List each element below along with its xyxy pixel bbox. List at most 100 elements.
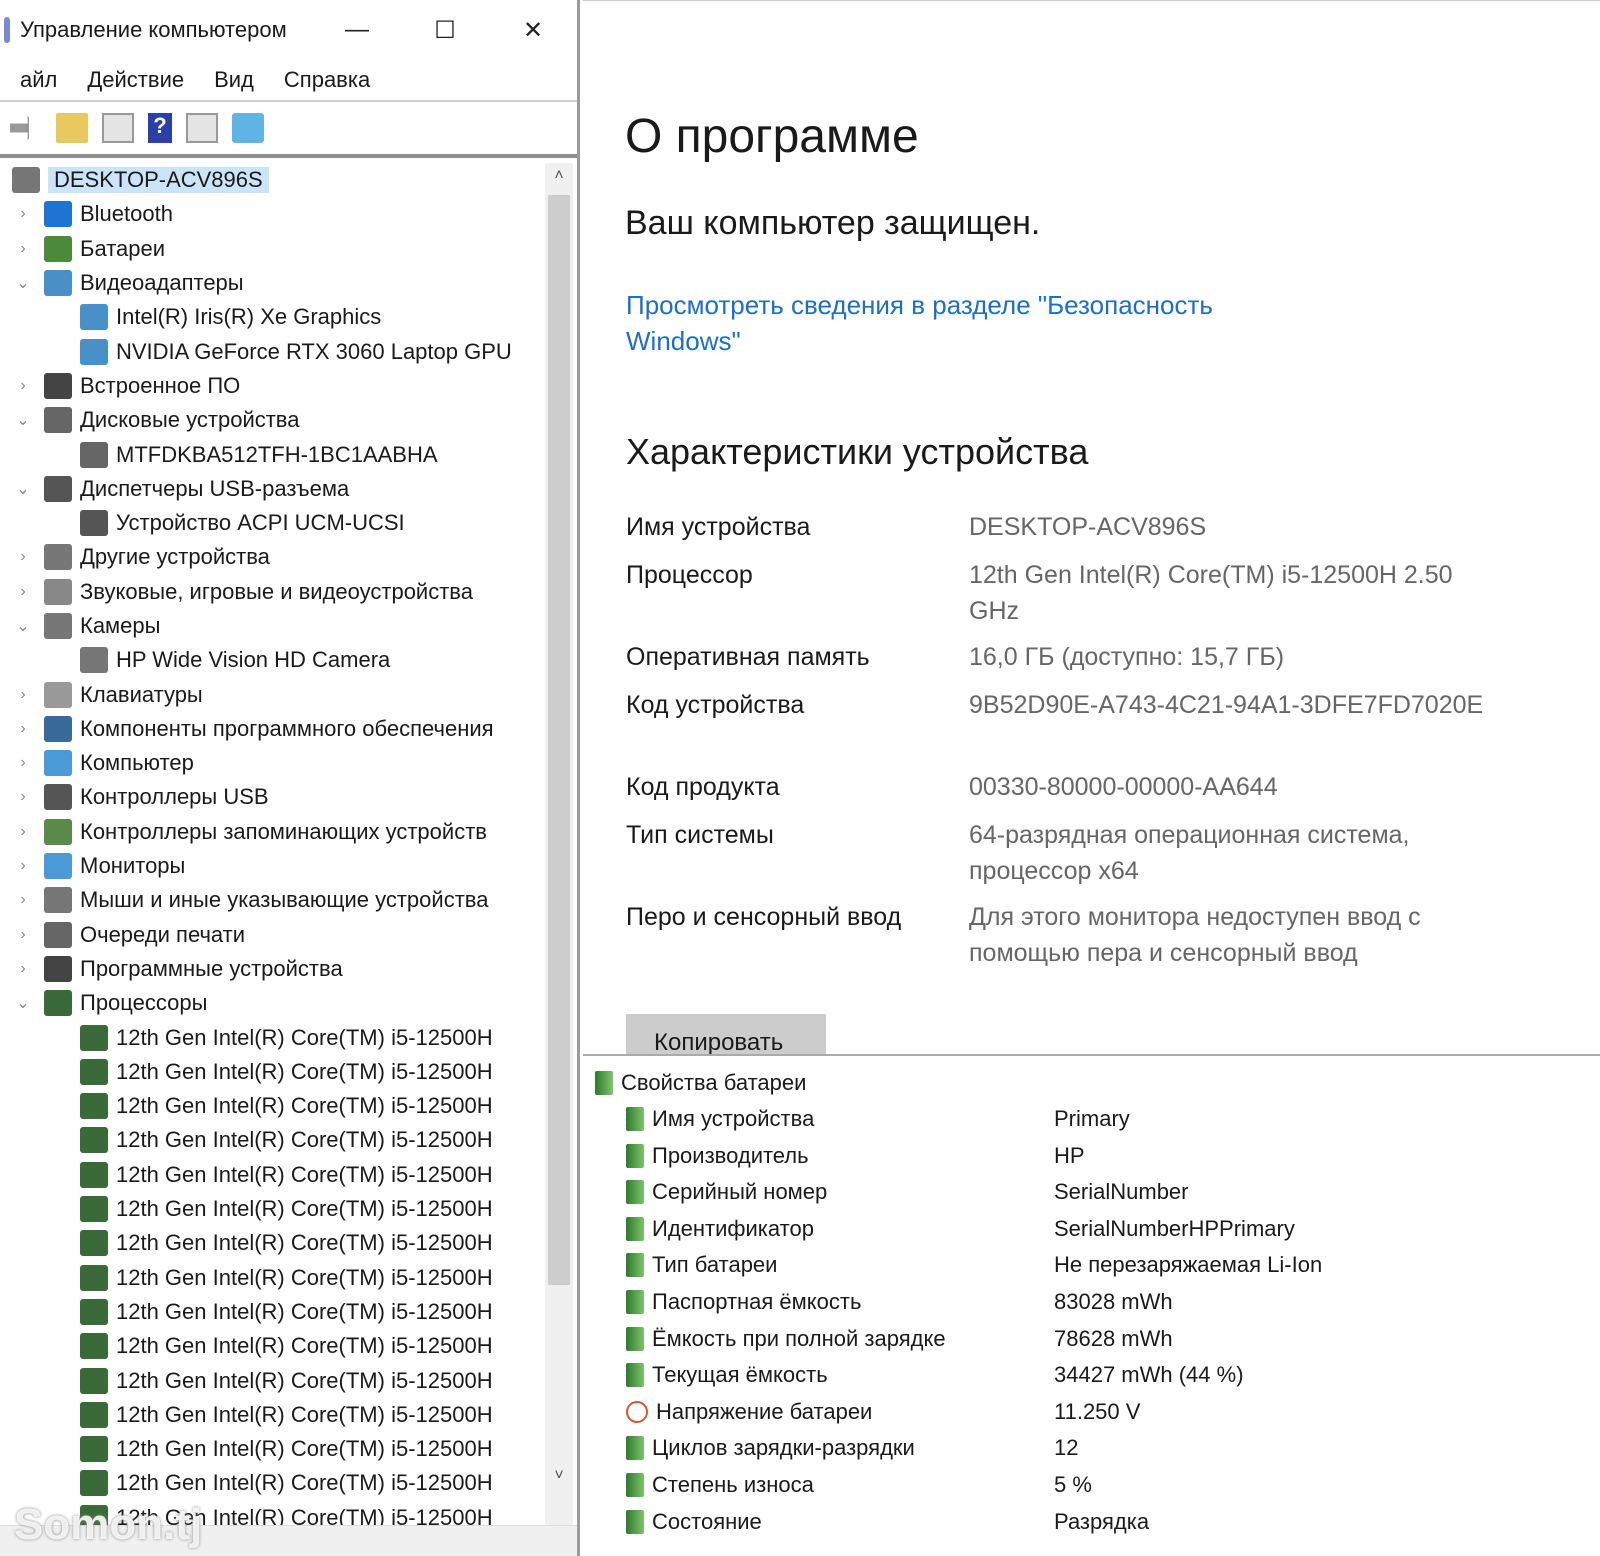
tree-item[interactable]: 12th Gen Intel(R) Core(TM) i5-12500H bbox=[0, 1295, 545, 1329]
copy-button[interactable]: Копировать bbox=[626, 1014, 826, 1058]
tree-item[interactable]: 12th Gen Intel(R) Core(TM) i5-12500H bbox=[0, 1055, 545, 1089]
tree-item[interactable]: › Клавиатуры bbox=[0, 677, 545, 711]
tree-item[interactable]: 12th Gen Intel(R) Core(TM) i5-12500H bbox=[0, 1192, 545, 1226]
tree-item[interactable]: 12th Gen Intel(R) Core(TM) i5-12500H bbox=[0, 1466, 545, 1500]
close-button[interactable]: ✕ bbox=[489, 16, 577, 45]
battery-property-row[interactable]: Идентификатор SerialNumberHPPrimary bbox=[626, 1216, 1526, 1242]
tree-item-label: 12th Gen Intel(R) Core(TM) i5-12500H bbox=[116, 1298, 493, 1324]
chevron-down-icon[interactable]: ⌄ bbox=[12, 273, 34, 293]
battery-property-row[interactable]: Паспортная ёмкость 83028 mWh bbox=[626, 1289, 1526, 1315]
chevron-right-icon[interactable]: › bbox=[12, 857, 34, 875]
tree-item[interactable]: 12th Gen Intel(R) Core(TM) i5-12500H bbox=[0, 1398, 545, 1432]
keyboard-icon bbox=[44, 681, 72, 708]
chevron-right-icon[interactable]: › bbox=[12, 960, 34, 978]
device-tree: DESKTOP-ACV896S › Bluetooth › Батареи ⌄ Видео… bbox=[0, 163, 545, 1525]
battery-property-row[interactable]: Ёмкость при полной зарядке 78628 mWh bbox=[626, 1326, 1526, 1352]
spec-value: 16,0 ГБ (доступно: 15,7 ГБ) bbox=[969, 643, 1285, 671]
tree-item-label: 12th Gen Intel(R) Core(TM) i5-12500H bbox=[116, 1470, 493, 1496]
tree-item[interactable]: 12th Gen Intel(R) Core(TM) i5-12500H bbox=[0, 1089, 545, 1123]
tree-item[interactable]: 12th Gen Intel(R) Core(TM) i5-12500H bbox=[0, 1261, 545, 1295]
show-hide-tree-icon[interactable] bbox=[102, 113, 134, 143]
tree-item[interactable]: › Контроллеры запоминающих устройств bbox=[0, 815, 545, 849]
tree-item[interactable]: Intel(R) Iris(R) Xe Graphics bbox=[0, 300, 545, 334]
scroll-up-icon[interactable]: ˄ bbox=[545, 167, 573, 185]
menu-help[interactable]: Справка bbox=[284, 67, 370, 93]
tree-item[interactable]: MTFDKBA512TFH-1BC1AABHA bbox=[0, 437, 545, 471]
chevron-right-icon[interactable]: › bbox=[12, 686, 34, 704]
tree-item[interactable]: ⌄ Камеры bbox=[0, 609, 545, 643]
help-icon[interactable]: ? bbox=[148, 113, 172, 143]
forward-icon[interactable] bbox=[10, 116, 42, 140]
folder-up-icon[interactable] bbox=[56, 113, 88, 143]
chevron-right-icon[interactable]: › bbox=[12, 720, 34, 738]
chevron-right-icon[interactable]: › bbox=[12, 377, 34, 395]
chevron-right-icon[interactable]: › bbox=[12, 754, 34, 772]
battery-property-row[interactable]: Производитель HP bbox=[626, 1143, 1526, 1169]
tree-item[interactable]: ⌄ Дисковые устройства bbox=[0, 403, 545, 437]
vertical-scrollbar[interactable]: ˄ ˅ bbox=[545, 163, 573, 1525]
title-bar: Управление компьютером — ☐ ✕ bbox=[0, 0, 577, 60]
chevron-down-icon[interactable]: ⌄ bbox=[12, 616, 34, 636]
security-link[interactable]: Просмотреть сведения в разделе "Безопасн… bbox=[626, 287, 1266, 359]
show-hide-action-icon[interactable] bbox=[186, 113, 218, 143]
battery-property-row[interactable]: Степень износа 5 % bbox=[626, 1472, 1526, 1498]
tree-item[interactable]: 12th Gen Intel(R) Core(TM) i5-12500H bbox=[0, 1329, 545, 1363]
tree-item[interactable]: 12th Gen Intel(R) Core(TM) i5-12500H bbox=[0, 1123, 545, 1157]
tree-item[interactable]: › Батареи bbox=[0, 232, 545, 266]
tree-item[interactable]: › Bluetooth bbox=[0, 197, 545, 231]
chevron-down-icon[interactable]: ⌄ bbox=[12, 993, 34, 1013]
tree-item[interactable]: › Мыши и иные указывающие устройства bbox=[0, 883, 545, 917]
battery-property-row[interactable]: Текущая ёмкость 34427 mWh (44 %) bbox=[626, 1362, 1526, 1388]
battery-property-row[interactable]: Тип батареи Не перезаряжаемая Li-Ion bbox=[626, 1252, 1526, 1278]
property-key: Ёмкость при полной зарядке bbox=[652, 1325, 946, 1351]
tree-item[interactable]: ⌄ Видеоадаптеры bbox=[0, 266, 545, 300]
chevron-down-icon[interactable]: ⌄ bbox=[12, 410, 34, 430]
battery-property-row[interactable]: Серийный номер SerialNumber bbox=[626, 1179, 1526, 1205]
chevron-right-icon[interactable]: › bbox=[12, 548, 34, 566]
tree-item[interactable]: › Компоненты программного обеспечения bbox=[0, 712, 545, 746]
tree-item[interactable]: › Встроенное ПО bbox=[0, 369, 545, 403]
tree-item[interactable]: 12th Gen Intel(R) Core(TM) i5-12500H bbox=[0, 1226, 545, 1260]
battery-property-row[interactable]: Состояние Разрядка bbox=[626, 1509, 1526, 1535]
battery-property-row[interactable]: Напряжение батареи 11.250 V bbox=[626, 1399, 1526, 1425]
tree-item[interactable]: Устройство ACPI UCM-UCSI bbox=[0, 506, 545, 540]
tree-item[interactable]: › Другие устройства bbox=[0, 540, 545, 574]
scrollbar-thumb[interactable] bbox=[548, 195, 570, 1285]
chevron-right-icon[interactable]: › bbox=[12, 823, 34, 841]
minimize-button[interactable]: — bbox=[313, 16, 401, 44]
tree-item[interactable]: › Программные устройства bbox=[0, 952, 545, 986]
tree-item[interactable]: › Мониторы bbox=[0, 849, 545, 883]
monitor-icon[interactable] bbox=[232, 113, 264, 143]
scroll-down-icon[interactable]: ˅ bbox=[545, 1467, 573, 1485]
battery-property-row[interactable]: Имя устройства Primary bbox=[626, 1106, 1526, 1132]
tree-item[interactable]: 12th Gen Intel(R) Core(TM) i5-12500H bbox=[0, 1020, 545, 1054]
tree-root[interactable]: DESKTOP-ACV896S bbox=[0, 163, 545, 197]
usb-icon bbox=[44, 784, 72, 811]
menu-view[interactable]: Вид bbox=[214, 67, 254, 93]
tree-item[interactable]: 12th Gen Intel(R) Core(TM) i5-12500H bbox=[0, 1432, 545, 1466]
tree-item[interactable]: ⌄ Процессоры bbox=[0, 986, 545, 1020]
menu-file[interactable]: айл bbox=[20, 67, 57, 93]
chevron-right-icon[interactable]: › bbox=[12, 926, 34, 944]
processor-icon bbox=[80, 1058, 108, 1085]
tree-item[interactable]: HP Wide Vision HD Camera bbox=[0, 643, 545, 677]
chevron-right-icon[interactable]: › bbox=[12, 205, 34, 223]
chevron-down-icon[interactable]: ⌄ bbox=[12, 479, 34, 499]
chevron-right-icon[interactable]: › bbox=[12, 891, 34, 909]
menu-action[interactable]: Действие bbox=[87, 67, 184, 93]
battery-title-row[interactable]: Свойства батареи bbox=[595, 1070, 806, 1096]
chevron-right-icon[interactable]: › bbox=[12, 583, 34, 601]
tree-item[interactable]: › Очереди печати bbox=[0, 918, 545, 952]
tree-item[interactable]: NVIDIA GeForce RTX 3060 Laptop GPU bbox=[0, 334, 545, 368]
chevron-right-icon[interactable]: › bbox=[12, 788, 34, 806]
tree-item[interactable]: › Звуковые, игровые и видеоустройства bbox=[0, 575, 545, 609]
chevron-right-icon[interactable]: › bbox=[12, 240, 34, 258]
tree-item[interactable]: › Компьютер bbox=[0, 746, 545, 780]
maximize-button[interactable]: ☐ bbox=[401, 16, 489, 45]
tree-item[interactable]: ⌄ Диспетчеры USB-разъема bbox=[0, 472, 545, 506]
tree-item[interactable]: 12th Gen Intel(R) Core(TM) i5-12500H bbox=[0, 1363, 545, 1397]
battery-property-row[interactable]: Циклов зарядки-разрядки 12 bbox=[626, 1435, 1526, 1461]
tree-item[interactable]: 12th Gen Intel(R) Core(TM) i5-12500H bbox=[0, 1158, 545, 1192]
spec-row: Код устройства 9B52D90E-A743-4C21-94A1-3D… bbox=[626, 687, 1509, 723]
tree-item[interactable]: › Контроллеры USB bbox=[0, 780, 545, 814]
